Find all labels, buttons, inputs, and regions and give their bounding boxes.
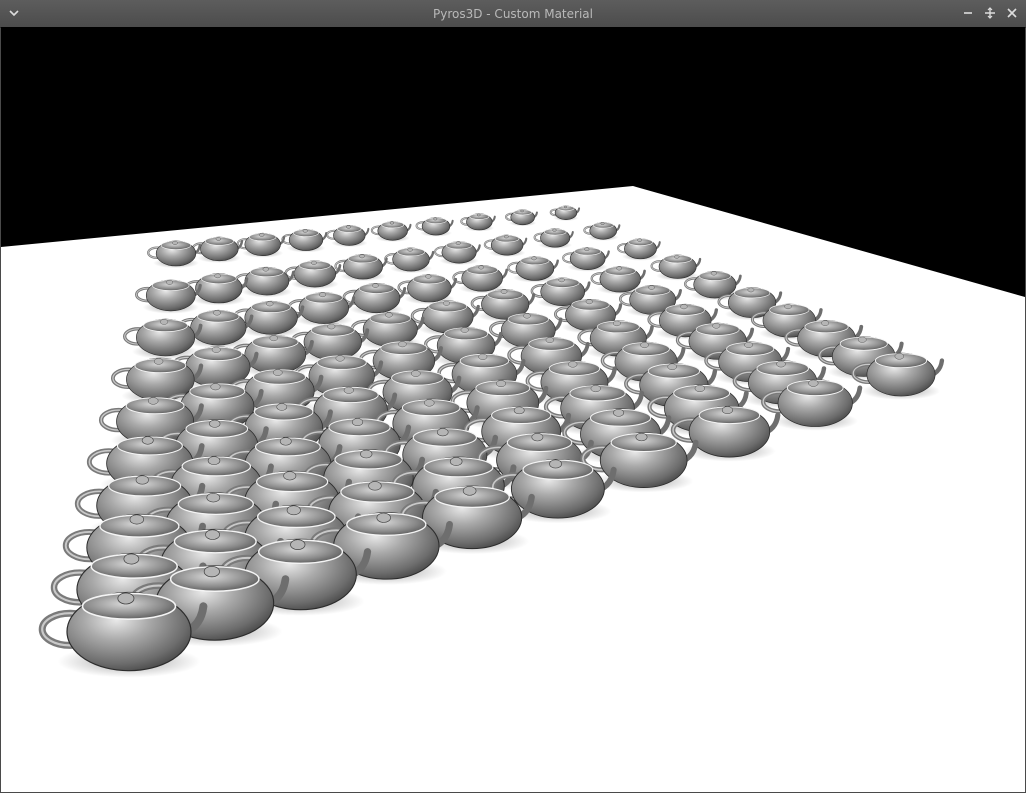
title-bar[interactable]: Pyros3D - Custom Material xyxy=(0,0,1026,28)
app-window: Pyros3D - Custom Material xyxy=(0,0,1026,793)
maximize-icon[interactable] xyxy=(982,5,998,21)
close-icon[interactable] xyxy=(1004,5,1020,21)
window-title: Pyros3D - Custom Material xyxy=(433,7,593,21)
render-viewport[interactable] xyxy=(1,27,1025,792)
minimize-icon[interactable] xyxy=(960,5,976,21)
scene-canvas xyxy=(1,186,1025,792)
window-menu-icon[interactable] xyxy=(6,5,22,21)
